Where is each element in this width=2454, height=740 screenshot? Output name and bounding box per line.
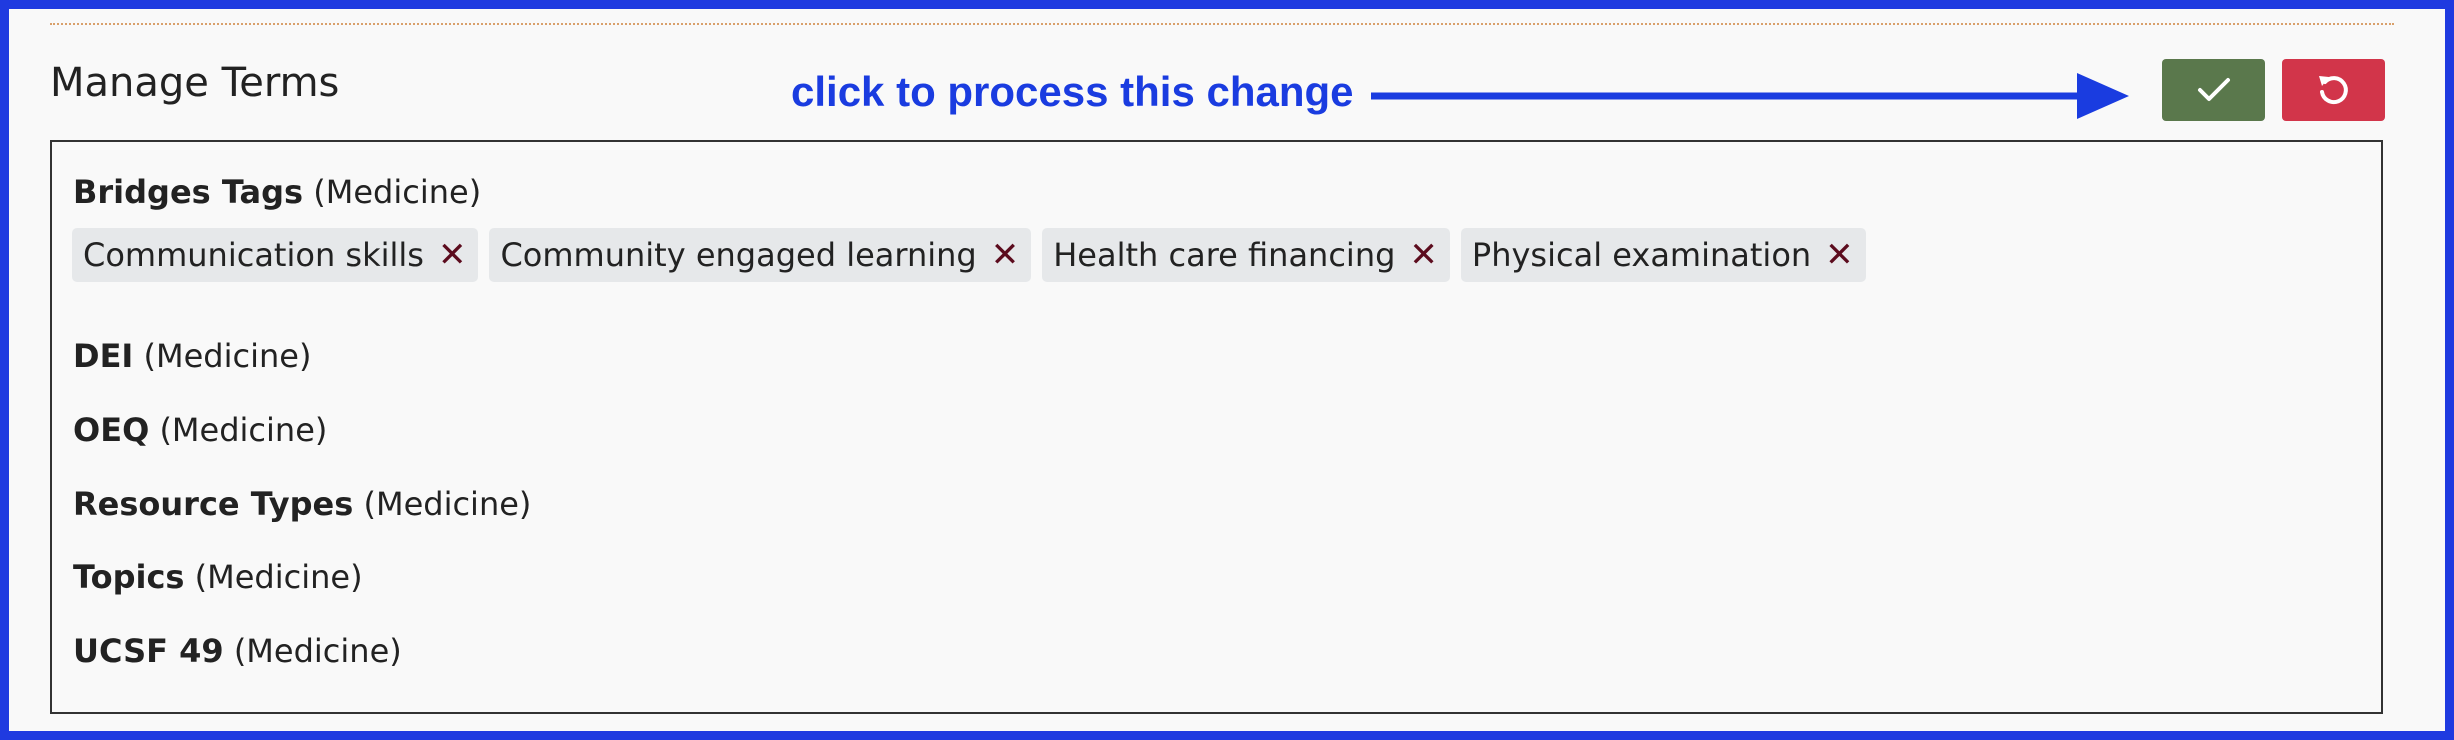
tag-physical-examination: Physical examination ✕ (1460, 228, 1866, 282)
remove-tag-icon[interactable]: ✕ (1825, 238, 1854, 272)
revert-button[interactable] (2282, 59, 2385, 121)
check-icon (2197, 78, 2230, 101)
vocab-name: Bridges Tags (73, 173, 304, 211)
annotation-arrow (1371, 73, 2129, 119)
tag-label: Health care financing (1053, 236, 1396, 274)
terms-box: Bridges Tags (Medicine) Communication sk… (50, 140, 2383, 714)
vocab-name: UCSF 49 (73, 632, 224, 670)
page-title: Manage Terms (50, 60, 340, 106)
vocab-name: OEQ (73, 411, 150, 449)
vocab-school: (Medicine) (194, 558, 363, 596)
vocab-school: (Medicine) (143, 337, 312, 375)
vocab-oeq: OEQ (Medicine) (73, 414, 327, 446)
vocab-bridges-tags: Bridges Tags (Medicine) (73, 176, 481, 208)
remove-tag-icon[interactable]: ✕ (438, 238, 467, 272)
tag-label: Communication skills (83, 236, 424, 274)
annotation-text: click to process this change (791, 68, 1354, 115)
remove-tag-icon[interactable]: ✕ (991, 238, 1020, 272)
tag-communication-skills: Communication skills ✕ (72, 228, 479, 282)
vocab-name: Topics (73, 558, 185, 596)
manage-terms-panel: Manage Terms click to process this chang… (9, 9, 2445, 731)
tag-community-engaged-learning: Community engaged learning ✕ (489, 228, 1032, 282)
vocab-ucsf-49: UCSF 49 (Medicine) (73, 635, 402, 667)
undo-icon (2318, 76, 2348, 105)
vocab-school: (Medicine) (233, 632, 402, 670)
remove-tag-icon[interactable]: ✕ (1409, 238, 1438, 272)
vocab-name: Resource Types (73, 485, 354, 523)
vocab-school: (Medicine) (159, 411, 328, 449)
tag-label: Community engaged learning (500, 236, 977, 274)
vocab-topics: Topics (Medicine) (73, 561, 363, 593)
dotted-divider (50, 23, 2394, 25)
vocab-dei: DEI (Medicine) (73, 340, 311, 372)
vocab-school: (Medicine) (313, 173, 482, 211)
vocab-name: DEI (73, 337, 134, 375)
vocab-school: (Medicine) (363, 485, 532, 523)
tag-label: Physical examination (1471, 236, 1812, 274)
vocab-resource-types: Resource Types (Medicine) (73, 488, 531, 520)
confirm-button[interactable] (2162, 59, 2265, 121)
tag-health-care-financing: Health care financing ✕ (1042, 228, 1450, 282)
bridges-tags-list: Communication skills ✕ Community engaged… (72, 228, 1866, 282)
